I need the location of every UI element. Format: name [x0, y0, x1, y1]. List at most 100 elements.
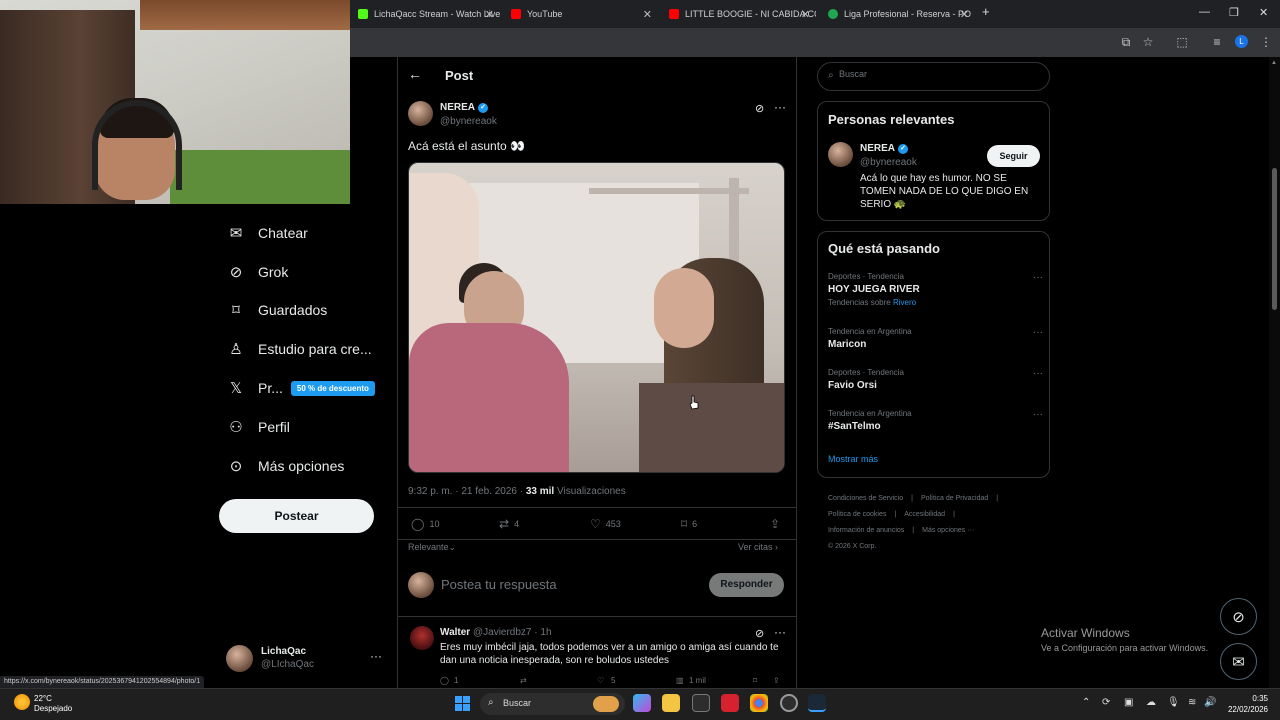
share-button[interactable]: ⇪	[770, 517, 785, 531]
footer-link[interactable]: Condiciones de Servicio	[828, 495, 903, 502]
footer-link[interactable]: Información de anuncios	[828, 527, 904, 534]
weather-icon[interactable]	[14, 694, 30, 710]
footer-link[interactable]: Política de Privacidad	[921, 495, 988, 502]
chevron-up-icon[interactable]: ⌃	[1082, 697, 1090, 708]
search-input[interactable]	[839, 69, 1039, 79]
author-avatar[interactable]	[408, 101, 433, 126]
weather-widget[interactable]: 22°C Despejado	[34, 694, 72, 714]
close-icon[interactable]: ✕	[801, 8, 810, 21]
trend-item[interactable]: Deportes · Tendencia Favio Orsi ···	[828, 368, 1043, 391]
minimize-icon[interactable]: —	[1199, 6, 1210, 18]
show-more-link[interactable]: Mostrar más	[828, 454, 878, 464]
nav-perfil[interactable]: ⚇ Perfil	[227, 415, 290, 439]
more-icon[interactable]: ···	[1033, 409, 1043, 420]
relevant-name[interactable]: NEREA ✓	[860, 143, 909, 154]
trend-item[interactable]: Tendencia en Argentina Maricon ···	[828, 327, 1043, 350]
office-icon[interactable]	[721, 694, 739, 712]
footer-link[interactable]: Política de cookies	[828, 511, 886, 518]
grok-icon[interactable]: ⊘	[755, 102, 764, 115]
more-icon[interactable]: ···	[774, 100, 786, 114]
avatar[interactable]	[828, 142, 853, 167]
follow-button[interactable]: Seguir	[987, 145, 1040, 167]
copilot-icon[interactable]	[633, 694, 651, 712]
more-icon[interactable]: ···	[774, 625, 786, 639]
windows-start-icon[interactable]	[455, 696, 470, 711]
more-icon[interactable]: ···	[1033, 327, 1043, 338]
post-button[interactable]: Postear	[219, 499, 374, 533]
trend-item[interactable]: Deportes · Tendencia HOY JUEGA RIVER Ten…	[828, 272, 1043, 307]
tray-icon[interactable]: ☁	[1146, 697, 1156, 708]
reply-input[interactable]: Postea tu respuesta	[441, 577, 557, 592]
bookmark-icon[interactable]: ⌑	[753, 676, 757, 685]
more-icon[interactable]: ···	[1033, 368, 1043, 379]
trend-sub-link[interactable]: Rivero	[893, 298, 916, 307]
star-icon[interactable]: ☆	[1141, 35, 1155, 49]
messages-fab-button[interactable]: ✉	[1220, 643, 1257, 680]
restore-icon[interactable]: ❐	[1229, 6, 1239, 19]
tab-youtube[interactable]: YouTube ✕	[503, 3, 658, 25]
reply-icon[interactable]: ◯	[440, 676, 449, 685]
relevant-handle[interactable]: @bynereaok	[860, 157, 917, 168]
tray-icon[interactable]: ▣	[1124, 697, 1133, 708]
post-media[interactable]	[408, 162, 785, 473]
scrollbar[interactable]	[1269, 57, 1280, 688]
comment-author[interactable]: Walter @Javierdbz7 · 1h	[440, 627, 552, 638]
nav-guardados[interactable]: ⌑ Guardados	[227, 298, 327, 322]
comment-avatar[interactable]	[410, 626, 434, 650]
taskbar-search[interactable]: ⌕ Buscar	[480, 693, 625, 715]
media-icon[interactable]: ≡	[1210, 35, 1224, 49]
reply-submit-button[interactable]: Responder	[709, 573, 784, 597]
nav-grok[interactable]: ⊘ Grok	[227, 260, 289, 284]
file-explorer-icon[interactable]	[662, 694, 680, 712]
view-quotes-link[interactable]: Ver citas ›	[738, 542, 778, 552]
scrollbar-thumb[interactable]	[1272, 168, 1277, 310]
reply-button[interactable]: ◯ 10	[411, 517, 439, 531]
wifi-icon[interactable]: ≋	[1188, 697, 1196, 708]
share-icon[interactable]: ⇪	[773, 676, 780, 685]
back-arrow-icon[interactable]: ←	[408, 66, 422, 82]
profile-avatar[interactable]: L	[1235, 35, 1248, 48]
footer-link[interactable]: Más opciones ···	[922, 527, 974, 534]
bookmark-button[interactable]: ⌑ 6	[681, 517, 697, 531]
app-icon[interactable]	[780, 694, 798, 712]
tab-little-boogie[interactable]: LITTLE BOOGIE - NI CABIDA CO ✕	[661, 3, 816, 25]
repost-icon[interactable]: ⇄	[520, 676, 527, 685]
volume-icon[interactable]: 🔊	[1204, 697, 1216, 708]
footer-link[interactable]: Accesibilidad	[904, 511, 945, 518]
menu-icon[interactable]: ⋮	[1259, 35, 1273, 49]
account-switcher[interactable]: LichaQac @LIchaQac ···	[226, 643, 386, 675]
author-handle[interactable]: @bynereaok	[440, 116, 497, 127]
tray-icon[interactable]: ⟳	[1102, 697, 1110, 708]
views-icon[interactable]: ▥	[676, 676, 684, 685]
search-bar[interactable]: ⌕	[817, 62, 1050, 91]
nav-chatear[interactable]: ✉ Chatear	[227, 221, 308, 245]
author-name[interactable]: NEREA ✓	[440, 102, 489, 113]
store-icon[interactable]	[692, 694, 710, 712]
like-button[interactable]: ♡ 453	[590, 517, 621, 531]
clock[interactable]: 0:35 22/02/2026	[1222, 693, 1268, 715]
trend-item[interactable]: Tendencia en Argentina #SanTelmo ···	[828, 409, 1043, 432]
new-tab-button[interactable]: +	[982, 4, 990, 19]
microphone-icon[interactable]: 🎙	[1167, 697, 1180, 708]
chrome-icon[interactable]	[750, 694, 768, 712]
nav-estudio[interactable]: ♙ Estudio para cre...	[227, 337, 371, 361]
more-icon[interactable]: ···	[1033, 272, 1043, 283]
close-icon[interactable]: ✕	[960, 8, 969, 21]
steam-icon[interactable]	[808, 694, 826, 712]
nav-premium[interactable]: 𝕏 Pr... 50 % de descuento	[227, 376, 375, 400]
grok-fab-button[interactable]: ⊘	[1220, 598, 1257, 635]
close-window-icon[interactable]: ✕	[1259, 6, 1268, 19]
close-icon[interactable]: ✕	[485, 8, 494, 21]
more-icon[interactable]: ···	[370, 649, 382, 663]
grok-icon[interactable]: ⊘	[755, 627, 764, 640]
tab-liga-profesional[interactable]: Liga Profesional - Reserva - PO ✕	[820, 3, 975, 25]
heart-icon[interactable]: ♡	[597, 676, 604, 685]
nav-mas-opciones[interactable]: ⊙ Más opciones	[227, 454, 345, 478]
cast-icon[interactable]: ⧉	[1119, 35, 1133, 49]
tab-kick[interactable]: LichaQacc Stream - Watch Live ✕	[350, 3, 500, 25]
scroll-up-arrow[interactable]: ▲	[1271, 60, 1277, 66]
close-icon[interactable]: ✕	[643, 8, 652, 21]
repost-button[interactable]: ⇄ 4	[499, 517, 519, 531]
sort-dropdown[interactable]: Relevante⌄	[408, 542, 456, 553]
extensions-icon[interactable]: ⬚	[1175, 35, 1189, 49]
